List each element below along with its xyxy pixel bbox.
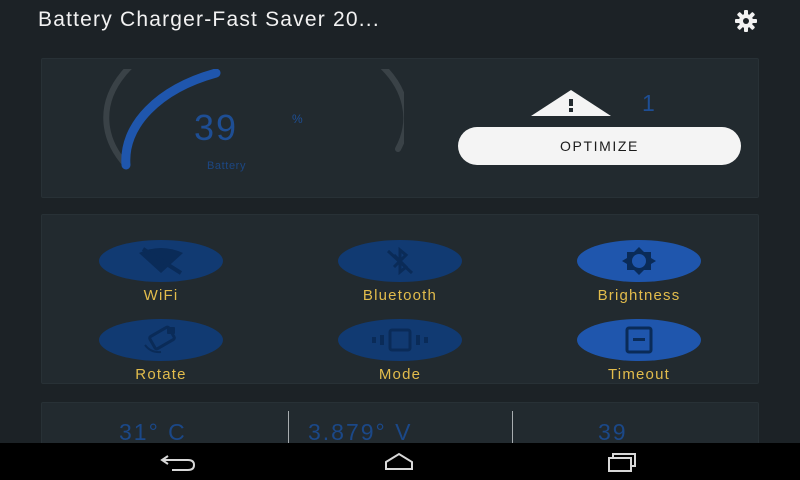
screen-timeout-icon [625, 326, 653, 354]
vibrate-mode-icon [372, 328, 428, 352]
settings-button[interactable] [722, 6, 770, 36]
nav-home-button[interactable] [369, 443, 429, 480]
bluetooth-label: Bluetooth [362, 287, 438, 304]
brightness-toggle[interactable]: Brightness [569, 240, 709, 304]
alert-count: 1 [642, 90, 655, 116]
warning-triangle-icon[interactable] [530, 89, 612, 117]
wifi-off-icon [139, 247, 183, 275]
rotate-toggle[interactable]: Rotate [91, 319, 231, 383]
nav-recent-button[interactable] [591, 443, 651, 480]
gear-icon [735, 10, 757, 32]
battery-unit: % [292, 112, 303, 126]
mode-toggle-circle[interactable] [338, 319, 462, 361]
mode-label: Mode [378, 366, 422, 383]
action-bar: Battery Charger-Fast Saver 20... [0, 0, 800, 44]
brightness-icon [622, 247, 656, 275]
mode-toggle[interactable]: Mode [330, 319, 470, 383]
gauge-track [103, 69, 404, 168]
navigation-bar [0, 443, 800, 480]
wifi-label: WiFi [143, 287, 179, 304]
battery-label: Battery [207, 160, 247, 172]
battery-level: 39 [194, 107, 239, 148]
nav-back-button[interactable] [148, 443, 208, 480]
toggles-card: WiFi Bluetooth Brightness Rotate Mode Ti… [41, 214, 759, 384]
rotate-icon [144, 325, 176, 354]
battery-card: 39 % Battery 1 OPTIMIZE [41, 58, 759, 198]
timeout-toggle[interactable]: Timeout [569, 319, 709, 383]
timeout-toggle-circle[interactable] [577, 319, 701, 361]
app-title: Battery Charger-Fast Saver 20... [38, 8, 380, 31]
optimize-button[interactable]: OPTIMIZE [458, 127, 741, 165]
timeout-label: Timeout [607, 366, 671, 383]
health-value: 39 [598, 419, 628, 445]
voltage-value: 3.879° V [308, 419, 413, 445]
bluetooth-toggle-circle[interactable] [338, 240, 462, 282]
home-icon [385, 452, 413, 470]
recent-apps-icon [608, 452, 636, 472]
temperature-value: 31° C [119, 419, 187, 445]
back-icon [160, 454, 196, 471]
rotate-label: Rotate [135, 366, 187, 383]
brightness-toggle-circle[interactable] [577, 240, 701, 282]
wifi-toggle-circle[interactable] [99, 240, 223, 282]
wifi-toggle[interactable]: WiFi [91, 240, 231, 304]
rotate-toggle-circle[interactable] [99, 319, 223, 361]
bluetooth-off-icon [386, 247, 414, 275]
brightness-label: Brightness [597, 287, 681, 304]
bluetooth-toggle[interactable]: Bluetooth [330, 240, 470, 304]
